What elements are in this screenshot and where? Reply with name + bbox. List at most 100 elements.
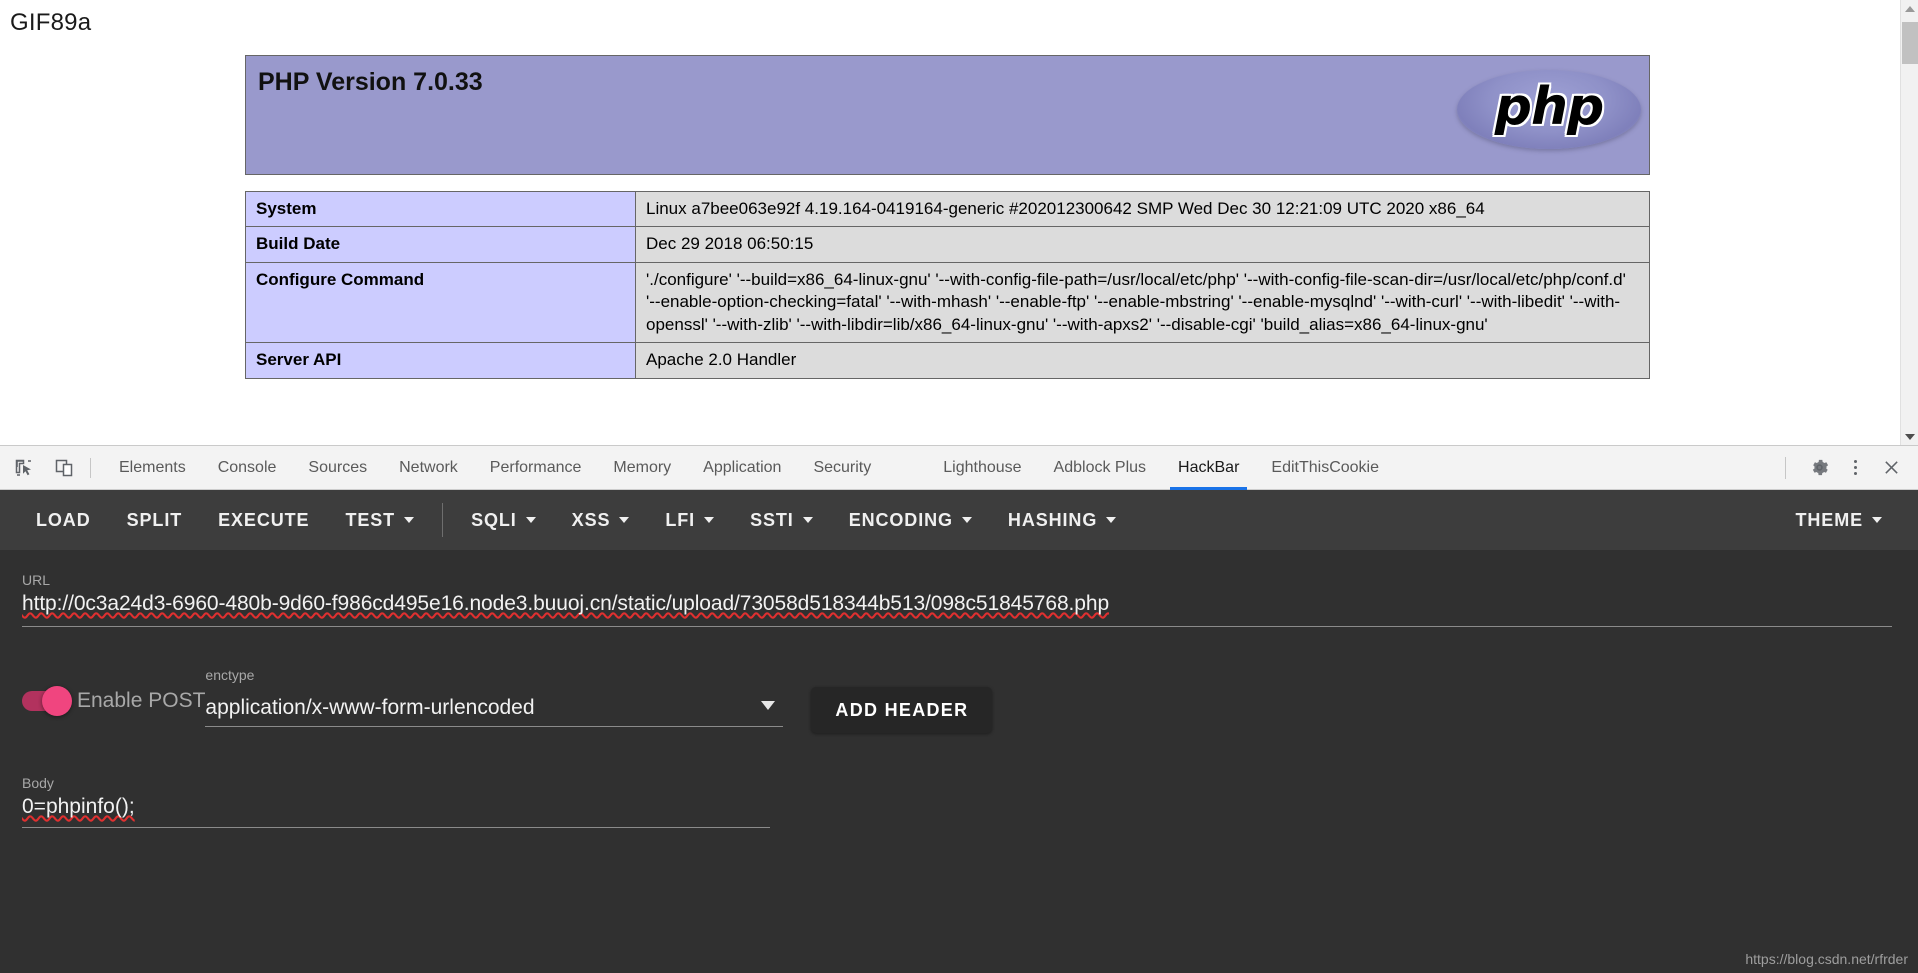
page-vertical-scrollbar[interactable] — [1900, 0, 1918, 445]
hackbar-panel: LOAD SPLIT EXECUTE TEST SQLI XSS LFI SST… — [0, 490, 1918, 973]
hackbar-split-button[interactable]: SPLIT — [109, 500, 201, 540]
hackbar-ssti-menu[interactable]: SSTI — [732, 500, 831, 540]
toolbar-divider — [90, 457, 91, 478]
phpinfo-container: PHP Version 7.0.33 php System Linux a7be… — [245, 55, 1650, 379]
body-input-value: 0=phpinfo(); — [22, 795, 135, 818]
scroll-up-arrow-icon[interactable] — [1901, 0, 1918, 17]
close-icon[interactable] — [1874, 451, 1908, 485]
body-input[interactable]: 0=phpinfo(); — [22, 795, 1896, 827]
table-cell-key: Build Date — [245, 226, 636, 263]
tab-elements[interactable]: Elements — [103, 446, 202, 490]
actions-divider — [1785, 456, 1786, 479]
table-cell-value: Dec 29 2018 06:50:15 — [635, 226, 1650, 263]
hackbar-hashing-label: HASHING — [1007, 509, 1098, 530]
enable-post-toggle-group[interactable]: Enable POST — [22, 667, 205, 716]
table-cell-key: System — [245, 190, 636, 228]
hackbar-ssti-label: SSTI — [750, 509, 794, 530]
browser-page-area: GIF89a PHP Version 7.0.33 php System Lin… — [0, 0, 1918, 445]
chevron-down-icon — [619, 517, 630, 523]
table-cell-key: Configure Command — [245, 261, 636, 344]
chevron-down-icon — [704, 517, 715, 523]
tab-hackbar[interactable]: HackBar — [1162, 446, 1255, 490]
hackbar-execute-button[interactable]: EXECUTE — [200, 500, 327, 540]
url-input-value: http://0c3a24d3-6960-480b-9d60-f986cd495… — [22, 592, 1110, 615]
inspect-element-icon[interactable] — [10, 454, 38, 482]
hackbar-lfi-label: LFI — [665, 509, 696, 530]
table-row: Server API Apache 2.0 Handler — [245, 342, 1650, 379]
phpinfo-header-banner: PHP Version 7.0.33 php — [245, 55, 1650, 175]
gif-magic-bytes-text: GIF89a — [10, 9, 92, 36]
body-field-group: Body 0=phpinfo(); — [22, 775, 1896, 828]
tab-adblock-plus[interactable]: Adblock Plus — [1038, 446, 1163, 490]
table-cell-key: Server API — [245, 342, 636, 379]
tab-network[interactable]: Network — [383, 446, 474, 490]
hackbar-xss-label: XSS — [571, 509, 611, 530]
post-settings-row: Enable POST enctype application/x-www-fo… — [22, 667, 1896, 733]
chevron-down-icon — [961, 517, 972, 523]
enctype-label: enctype — [205, 667, 255, 683]
device-toolbar-icon[interactable] — [50, 454, 78, 482]
hackbar-split-label: SPLIT — [126, 509, 183, 530]
table-cell-value: Apache 2.0 Handler — [635, 342, 1650, 379]
hackbar-test-label: TEST — [345, 509, 396, 530]
php-logo-icon: php — [1457, 62, 1641, 157]
devtools-actions — [1771, 451, 1918, 485]
php-version-title: PHP Version 7.0.33 — [258, 68, 483, 96]
devtools-tab-list: Elements Console Sources Network Perform… — [103, 446, 1395, 490]
hackbar-execute-label: EXECUTE — [218, 509, 310, 530]
tab-application[interactable]: Application — [687, 446, 797, 490]
devtools-icon-group — [0, 454, 78, 482]
tab-lighthouse[interactable]: Lighthouse — [927, 446, 1037, 490]
hackbar-hashing-menu[interactable]: HASHING — [990, 500, 1134, 540]
hackbar-form: URL http://0c3a24d3-6960-480b-9d60-f986c… — [0, 572, 1918, 828]
enctype-field-group: enctype application/x-www-form-urlencode… — [205, 667, 784, 727]
hackbar-encoding-menu[interactable]: ENCODING — [831, 500, 990, 540]
enctype-selected-value: application/x-www-form-urlencoded — [205, 695, 535, 719]
chevron-down-icon — [761, 701, 776, 710]
phpinfo-table: System Linux a7bee063e92f 4.19.164-04191… — [245, 190, 1650, 379]
add-header-button[interactable]: ADD HEADER — [811, 687, 993, 733]
chevron-down-icon — [525, 517, 536, 523]
tab-sources[interactable]: Sources — [292, 446, 383, 490]
watermark-text: https://blog.csdn.net/rfrder — [1745, 951, 1908, 967]
gear-icon[interactable] — [1802, 451, 1836, 485]
body-input-underline — [22, 827, 770, 828]
tab-editthiscookie[interactable]: EditThisCookie — [1255, 446, 1395, 490]
devtools-panel: Elements Console Sources Network Perform… — [0, 445, 1918, 973]
toggle-knob — [42, 686, 72, 716]
chevron-down-icon — [802, 517, 813, 523]
table-row: System Linux a7bee063e92f 4.19.164-04191… — [245, 190, 1650, 228]
body-label: Body — [22, 775, 54, 791]
hackbar-theme-menu[interactable]: THEME — [1778, 500, 1901, 540]
tab-console[interactable]: Console — [202, 446, 293, 490]
toolbar-separator — [442, 503, 444, 537]
hackbar-encoding-label: ENCODING — [848, 509, 953, 530]
hackbar-lfi-menu[interactable]: LFI — [647, 500, 732, 540]
hackbar-theme-label: THEME — [1795, 509, 1863, 530]
hackbar-test-menu[interactable]: TEST — [327, 500, 432, 540]
hackbar-xss-menu[interactable]: XSS — [554, 500, 648, 540]
hackbar-load-button[interactable]: LOAD — [18, 500, 109, 540]
hackbar-sqli-label: SQLI — [471, 509, 517, 530]
tab-security[interactable]: Security — [797, 446, 887, 490]
hackbar-toolbar: LOAD SPLIT EXECUTE TEST SQLI XSS LFI SST… — [0, 490, 1918, 550]
table-row: Build Date Dec 29 2018 06:50:15 — [245, 226, 1650, 263]
chevron-down-icon — [1872, 517, 1882, 523]
kebab-menu-icon[interactable] — [1838, 451, 1872, 485]
url-field-group: URL http://0c3a24d3-6960-480b-9d60-f986c… — [22, 572, 1896, 627]
table-row: Configure Command './configure' '--build… — [245, 261, 1650, 344]
enable-post-toggle[interactable] — [22, 686, 72, 716]
hackbar-load-label: LOAD — [36, 509, 91, 530]
table-cell-value: Linux a7bee063e92f 4.19.164-0419164-gene… — [635, 190, 1650, 228]
hackbar-sqli-menu[interactable]: SQLI — [453, 500, 554, 540]
tab-memory[interactable]: Memory — [597, 446, 687, 490]
url-input-underline — [22, 626, 1892, 627]
chevron-down-icon — [404, 517, 415, 523]
php-logo-text: php — [1494, 77, 1604, 137]
scrollbar-thumb[interactable] — [1902, 22, 1918, 64]
scroll-down-arrow-icon[interactable] — [1901, 428, 1918, 445]
devtools-tabbar: Elements Console Sources Network Perform… — [0, 446, 1918, 490]
tab-performance[interactable]: Performance — [474, 446, 598, 490]
enctype-select[interactable]: application/x-www-form-urlencoded — [205, 689, 784, 727]
url-input[interactable]: http://0c3a24d3-6960-480b-9d60-f986cd495… — [22, 592, 1896, 626]
